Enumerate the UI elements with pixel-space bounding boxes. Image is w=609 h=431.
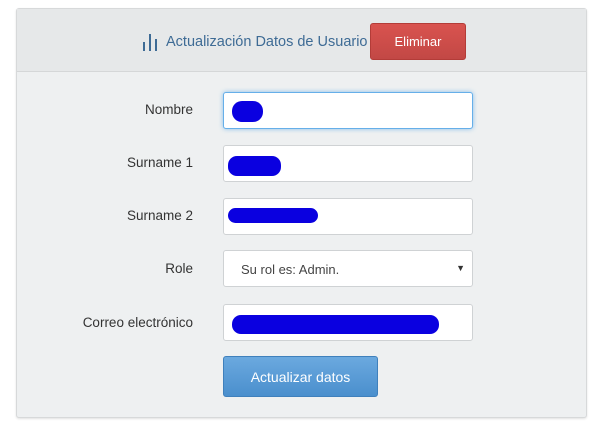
redaction-mark [228,156,281,176]
redaction-mark [228,208,318,223]
nombre-field[interactable] [223,92,473,129]
bar-chart-icon [143,34,157,51]
surname1-label: Surname 1 [126,155,193,170]
surname1-field[interactable] [223,145,473,182]
role-select-value: Su rol es: Admin. [241,262,340,277]
redaction-mark [232,101,263,122]
user-update-panel: Actualización Datos de Usuario Eliminar … [16,8,587,418]
email-label: Correo electrónico [82,315,193,330]
caret-down-icon: ▼ [456,263,465,273]
role-label: Role [165,261,193,276]
delete-button[interactable]: Eliminar [370,23,466,60]
page-title: Actualización Datos de Usuario [166,34,368,50]
surname2-field[interactable] [223,198,473,235]
role-select[interactable]: Su rol es: Admin. ▼ [223,250,473,287]
redaction-mark [232,315,439,334]
email-field[interactable] [223,304,473,341]
surname2-label: Surname 2 [126,208,193,223]
update-data-button[interactable]: Actualizar datos [223,356,378,397]
nombre-label: Nombre [144,102,193,117]
panel-header: Actualización Datos de Usuario Eliminar [17,9,586,72]
